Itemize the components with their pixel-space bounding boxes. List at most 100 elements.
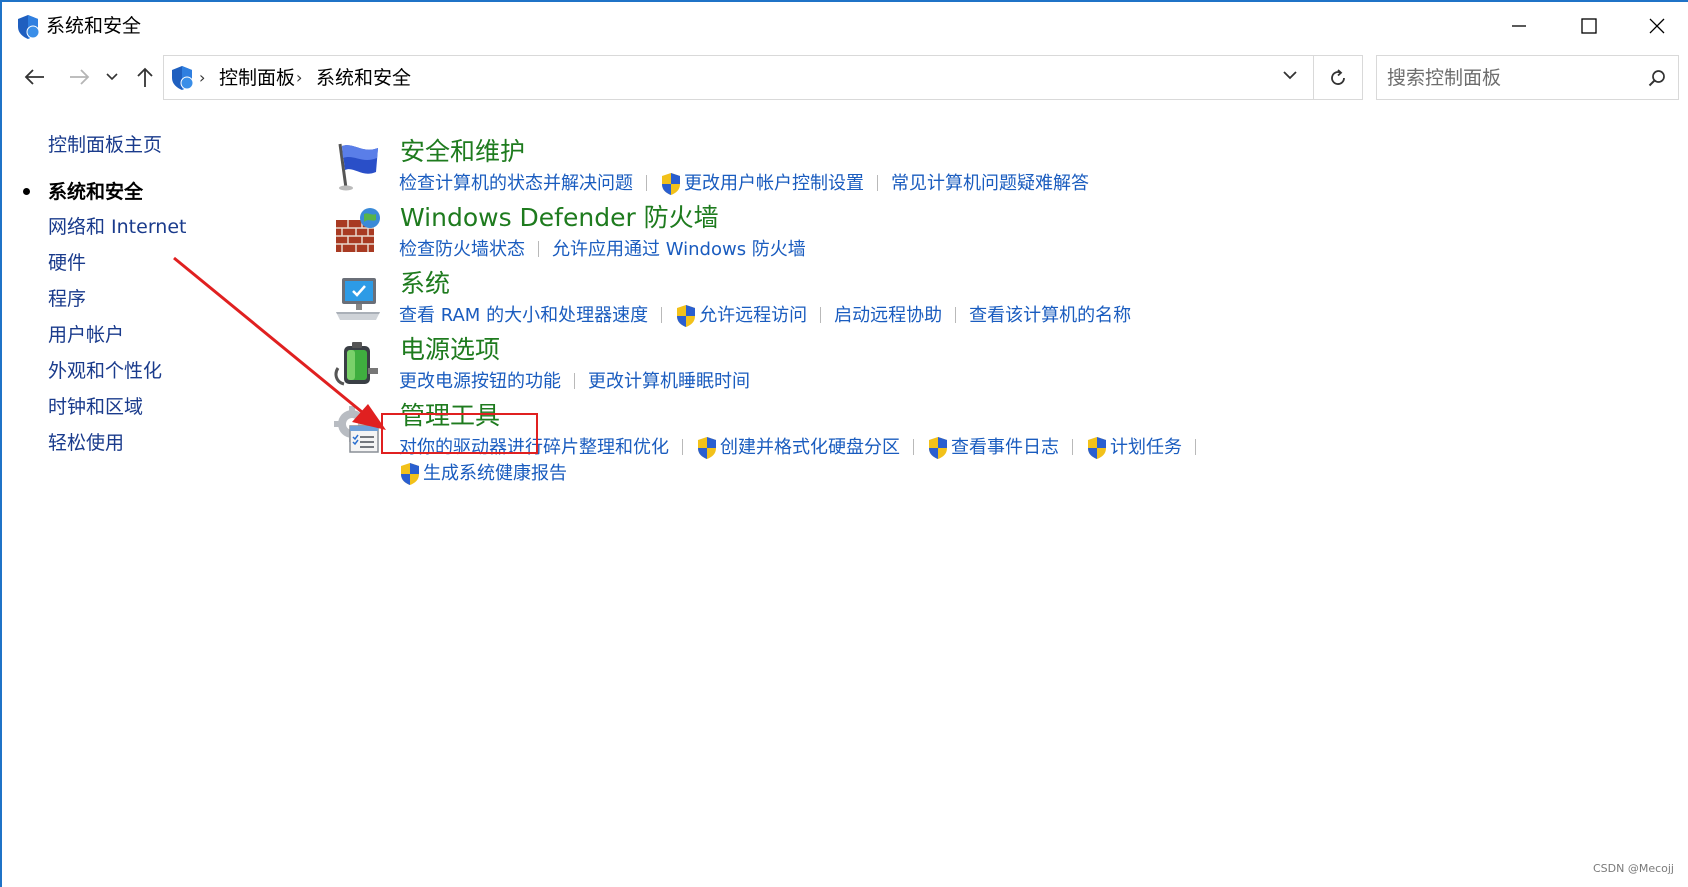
- breadcrumb-control-panel[interactable]: 控制面板: [219, 66, 295, 90]
- navigation-bar: › 控制面板 › 系统和安全 搜索控制面板: [2, 54, 1688, 102]
- link-separator: [538, 241, 539, 257]
- search-input[interactable]: 搜索控制面板: [1376, 55, 1679, 100]
- link-label: 允许远程访问: [699, 305, 808, 326]
- control-panel-window: 系统和安全 › 控制面板 › 系统和安全 搜索控制面板 控制面板主页 系统和安全…: [0, 0, 1688, 887]
- link-separator: [820, 307, 822, 323]
- link-power-button[interactable]: 更改电源按钮的功能: [399, 370, 561, 394]
- link-computer-name[interactable]: 查看该计算机的名称: [969, 304, 1131, 328]
- close-icon: [1649, 18, 1665, 34]
- sidebar-item-hardware[interactable]: 硬件: [48, 251, 86, 275]
- category-links-row2: 生成系统健康报告: [399, 462, 567, 486]
- link-separator: [913, 439, 914, 455]
- uac-shield-icon: [929, 437, 947, 459]
- link-label: 更改计算机睡眠时间: [588, 371, 750, 392]
- link-sleep-time[interactable]: 更改计算机睡眠时间: [588, 370, 750, 394]
- link-separator: [955, 307, 957, 323]
- category-links: 查看 RAM 的大小和处理器速度 允许远程访问 启动远程协助 查看该计算机的名称: [399, 304, 1131, 328]
- category-title[interactable]: 电源选项: [400, 334, 500, 366]
- sidebar-item-system-security[interactable]: 系统和安全: [48, 180, 143, 204]
- maximize-button[interactable]: [1554, 2, 1624, 50]
- active-bullet-icon: [23, 188, 30, 195]
- link-label: 检查计算机的状态并解决问题: [399, 173, 633, 194]
- chevron-down-icon[interactable]: [1283, 70, 1297, 80]
- link-firewall-status[interactable]: 检查防火墙状态: [399, 238, 525, 262]
- sidebar-item-programs[interactable]: 程序: [48, 287, 86, 311]
- link-remote-assistance[interactable]: 启动远程协助: [834, 304, 942, 328]
- sidebar-item-clock-region[interactable]: 时钟和区域: [48, 395, 143, 419]
- forward-arrow-icon: [70, 69, 90, 85]
- sidebar-item-network[interactable]: 网络和 Internet: [48, 215, 186, 239]
- window-title: 系统和安全: [46, 15, 142, 37]
- forward-button[interactable]: [64, 62, 94, 92]
- category-links: 更改电源按钮的功能 更改计算机睡眠时间: [399, 370, 750, 394]
- flag-icon: [338, 143, 378, 191]
- minimize-icon: [1512, 25, 1526, 27]
- up-arrow-icon: [137, 67, 153, 87]
- category-title[interactable]: 安全和维护: [400, 136, 525, 168]
- back-arrow-icon: [24, 69, 44, 85]
- link-label: 更改电源按钮的功能: [399, 371, 561, 392]
- link-separator: [682, 439, 683, 455]
- breadcrumb-separator-icon: ›: [296, 68, 303, 87]
- category-title[interactable]: 系统: [400, 268, 450, 300]
- link-label: 常见计算机问题疑难解答: [891, 173, 1089, 194]
- link-separator: [1072, 439, 1073, 455]
- link-separator: [661, 307, 663, 323]
- search-placeholder: 搜索控制面板: [1387, 67, 1502, 89]
- search-icon[interactable]: [1648, 69, 1666, 87]
- refresh-button[interactable]: [1313, 55, 1363, 100]
- link-allow-remote-access[interactable]: 允许远程访问: [675, 304, 807, 328]
- link-label: 创建并格式化硬盘分区: [720, 437, 900, 458]
- link-uac-settings[interactable]: 更改用户帐户控制设置: [660, 172, 864, 196]
- link-label: 计划任务: [1110, 437, 1182, 458]
- uac-shield-icon: [662, 173, 680, 195]
- category-title[interactable]: Windows Defender 防火墙: [400, 202, 719, 234]
- computer-icon: [336, 278, 380, 320]
- link-separator: [574, 373, 575, 389]
- sidebar-home-link[interactable]: 控制面板主页: [48, 130, 162, 157]
- minimize-button[interactable]: [1484, 2, 1554, 50]
- sidebar-item-user-accounts[interactable]: 用户帐户: [48, 323, 124, 347]
- link-label: 启动远程协助: [834, 305, 943, 326]
- link-allow-app-firewall[interactable]: 允许应用通过 Windows 防火墙: [552, 238, 806, 262]
- sidebar-item-ease-of-access[interactable]: 轻松使用: [48, 431, 124, 455]
- refresh-icon: [1330, 68, 1345, 85]
- chevron-down-icon: [106, 73, 118, 81]
- link-label: 允许应用通过 Windows 防火墙: [552, 239, 806, 260]
- close-button[interactable]: [1622, 2, 1688, 50]
- link-event-logs[interactable]: 查看事件日志: [927, 436, 1059, 460]
- uac-shield-icon: [698, 437, 716, 459]
- link-label: 生成系统健康报告: [423, 463, 567, 484]
- recent-locations-button[interactable]: [102, 62, 122, 92]
- link-view-ram-processor[interactable]: 查看 RAM 的大小和处理器速度: [399, 304, 648, 328]
- control-panel-shield-icon: [172, 66, 194, 90]
- watermark: CSDN @Mecojj: [1592, 862, 1674, 875]
- link-disk-partitions[interactable]: 创建并格式化硬盘分区: [696, 436, 900, 460]
- link-separator: [877, 175, 878, 191]
- up-button[interactable]: [130, 62, 160, 92]
- link-label: 查看 RAM 的大小和处理器速度: [399, 305, 649, 326]
- link-system-health-report[interactable]: 生成系统健康报告: [399, 462, 567, 486]
- link-troubleshoot[interactable]: 常见计算机问题疑难解答: [891, 172, 1089, 196]
- back-button[interactable]: [20, 62, 50, 92]
- annotation-highlight-box: [381, 413, 538, 454]
- maximize-icon: [1581, 18, 1597, 34]
- uac-shield-icon: [1088, 437, 1106, 459]
- category-links: 检查防火墙状态 允许应用通过 Windows 防火墙: [399, 238, 806, 262]
- link-schedule-tasks[interactable]: 计划任务: [1086, 436, 1182, 460]
- battery-icon: [334, 342, 378, 386]
- address-bar[interactable]: › 控制面板 › 系统和安全: [163, 55, 1314, 100]
- control-panel-shield-icon: [18, 15, 40, 39]
- link-separator: [1195, 439, 1196, 455]
- link-separator: [646, 175, 647, 191]
- link-check-status[interactable]: 检查计算机的状态并解决问题: [399, 172, 633, 196]
- sidebar-item-appearance[interactable]: 外观和个性化: [48, 359, 162, 383]
- link-label: 检查防火墙状态: [399, 239, 525, 260]
- title-bar: 系统和安全: [2, 2, 1688, 50]
- firewall-icon: [336, 208, 380, 252]
- breadcrumb-system-security[interactable]: 系统和安全: [316, 66, 411, 90]
- breadcrumb-separator-icon: ›: [199, 68, 206, 87]
- admin-tools-icon: [334, 406, 379, 453]
- category-links: 检查计算机的状态并解决问题 更改用户帐户控制设置 常见计算机问题疑难解答: [399, 172, 1089, 196]
- uac-shield-icon: [677, 305, 696, 327]
